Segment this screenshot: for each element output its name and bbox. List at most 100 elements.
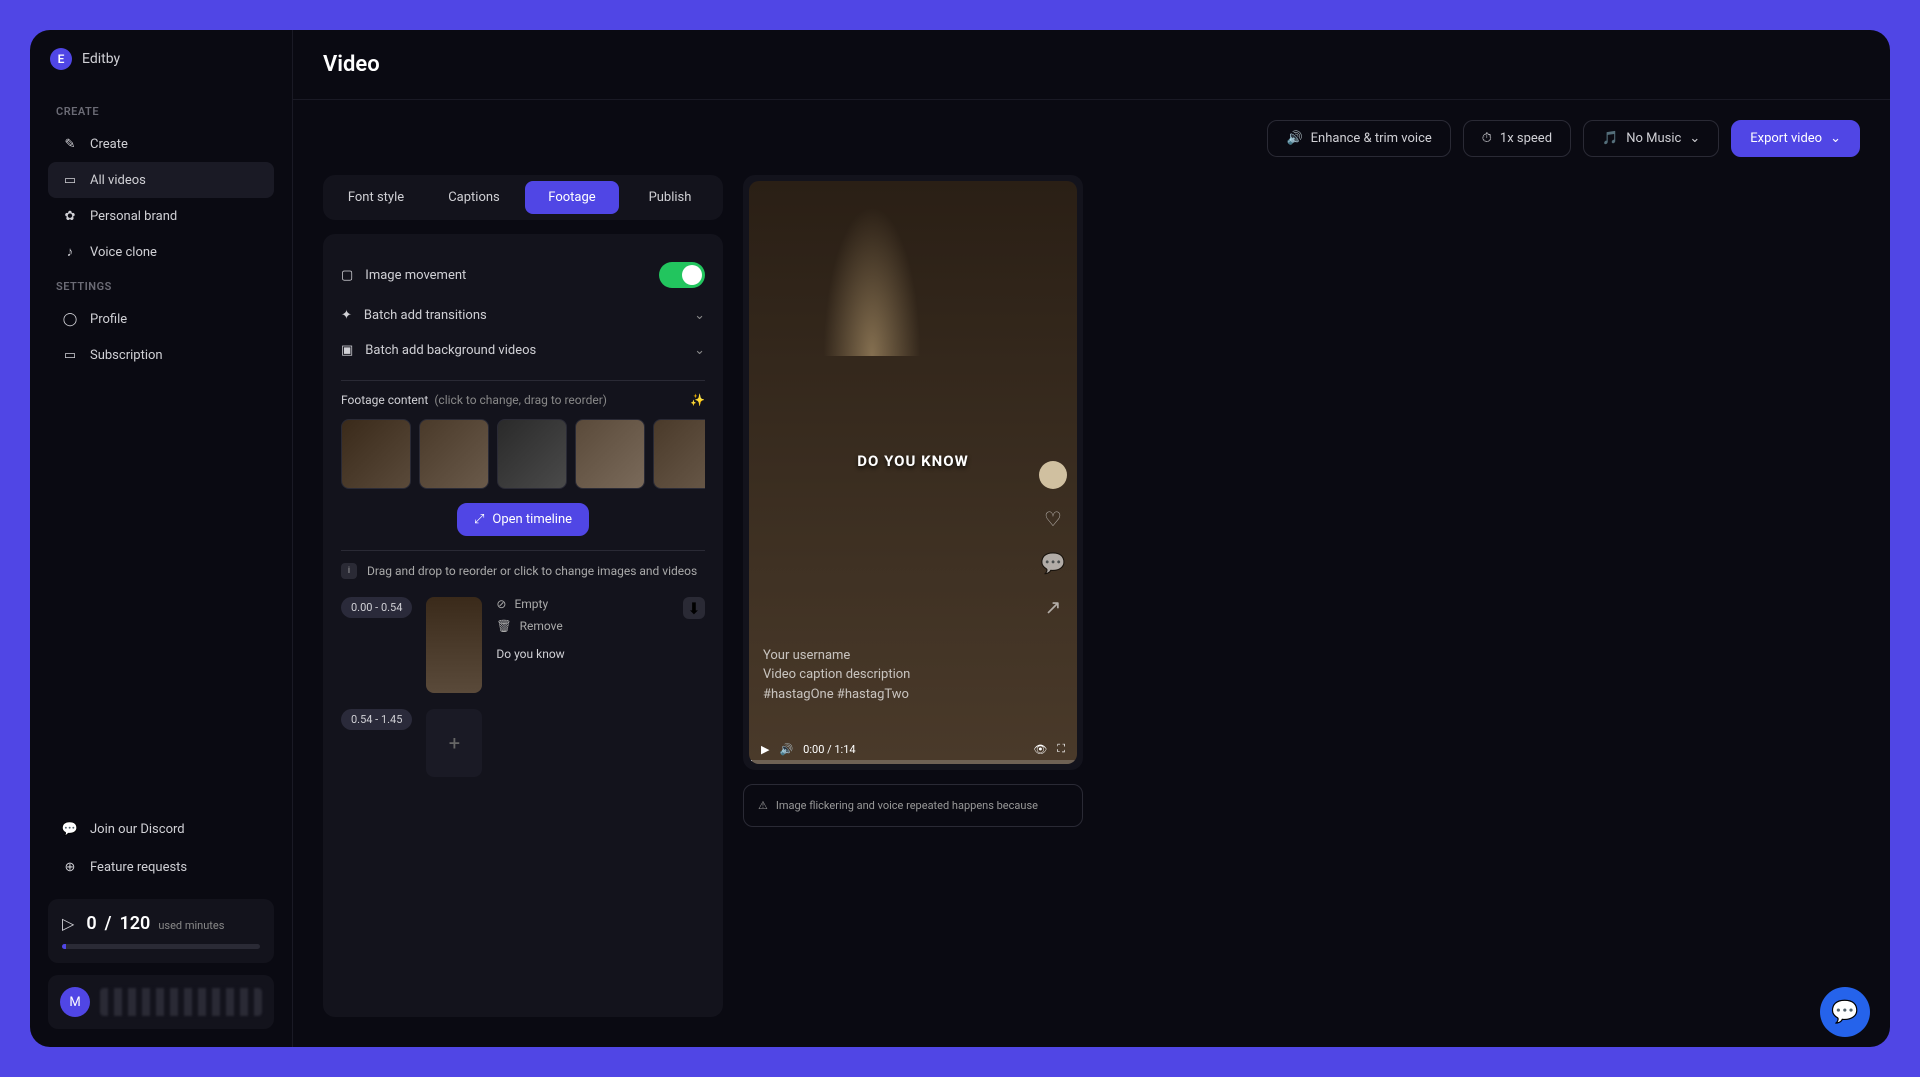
open-timeline-button[interactable]: ⤢ Open timeline (457, 503, 589, 536)
nav-label: All videos (90, 173, 146, 188)
fullscreen-icon[interactable]: ⛶ (1057, 742, 1065, 756)
volume-icon[interactable]: 🔊 (779, 743, 793, 756)
nav-label: Subscription (90, 348, 163, 363)
footage-panel: ▢ Image movement ✦ Batch add transitions… (323, 234, 723, 1017)
footage-content-label: Footage content (click to change, drag t… (341, 393, 705, 407)
music-button[interactable]: 🎵 No Music ⌄ (1583, 120, 1719, 157)
plus-icon: + (449, 731, 460, 755)
nav-label: Create (90, 137, 128, 152)
ban-icon: ⊘ (496, 597, 506, 611)
tab-footage[interactable]: Footage (525, 181, 619, 214)
preview-panel: DO YOU KNOW ♡ 💬 ↗ Your username Video ca… (743, 175, 1083, 1017)
plus-icon: ✎ (62, 136, 78, 152)
preview-box: DO YOU KNOW ♡ 💬 ↗ Your username Video ca… (743, 175, 1083, 770)
share-icon: ↗ (1039, 593, 1067, 621)
eye-off-icon[interactable]: 👁 (1033, 743, 1047, 756)
hint-text: Drag and drop to reorder or click to cha… (367, 564, 697, 578)
video-caption: DO YOU KNOW (857, 452, 968, 470)
play-icon[interactable]: ▶ (761, 743, 769, 756)
label-hint: (click to change, drag to reorder) (434, 393, 607, 407)
usage-label: used minutes (158, 919, 224, 932)
label-text: Footage content (341, 393, 428, 407)
option-transitions[interactable]: ✦ Batch add transitions ⌄ (341, 298, 705, 333)
nav-personal-brand[interactable]: ✿ Personal brand (48, 198, 274, 234)
header: Video (293, 30, 1890, 100)
thumbnail[interactable] (497, 419, 567, 489)
nav-subscription[interactable]: ▭ Subscription (48, 337, 274, 373)
user-box[interactable]: M (48, 975, 274, 1029)
warning-icon: ⚠ (758, 799, 768, 812)
option-label: Batch add transitions (364, 308, 487, 323)
tab-font-style[interactable]: Font style (329, 181, 423, 214)
clip-thumbnail[interactable] (426, 597, 482, 693)
download-button[interactable]: ⬇ (683, 597, 705, 619)
tab-publish[interactable]: Publish (623, 181, 717, 214)
nav-profile[interactable]: ◯ Profile (48, 301, 274, 337)
sidebar: E Editby CREATE ✎ Create ▭ All videos ✿ … (30, 30, 293, 1047)
speed-button[interactable]: ⏱ 1x speed (1463, 120, 1571, 157)
discord-icon: 💬 (62, 821, 78, 837)
social-icons: ♡ 💬 ↗ (1039, 461, 1067, 621)
progress-bar[interactable] (749, 760, 1077, 764)
usage-bar (62, 944, 260, 949)
nav-label: Join our Discord (90, 822, 185, 837)
action-label: Empty (514, 597, 548, 611)
comment-icon: 💬 (1039, 549, 1067, 577)
gauge-icon: ⏱ (1482, 131, 1492, 146)
chevron-down-icon: ⌄ (694, 343, 705, 358)
thumbnail[interactable] (341, 419, 411, 489)
tab-captions[interactable]: Captions (427, 181, 521, 214)
nav-all-videos[interactable]: ▭ All videos (48, 162, 274, 198)
usage-box: ▷ 0 / 120 used minutes (48, 899, 274, 963)
nav-label: Profile (90, 312, 127, 327)
btn-label: 1x speed (1500, 131, 1552, 146)
image-movement-toggle[interactable] (659, 262, 705, 288)
usage-sep: / (105, 913, 112, 934)
clip-empty-button[interactable]: ⊘ Empty (496, 597, 669, 611)
download-icon: ⬇ (687, 599, 700, 618)
chevron-down-icon: ⌄ (1689, 131, 1700, 146)
logo-badge: E (50, 48, 72, 70)
overlay-description: Video caption description (763, 665, 910, 685)
add-clip-button[interactable]: + (426, 709, 482, 777)
nav-voice-clone[interactable]: ♪ Voice clone (48, 234, 274, 270)
sparkle-icon: ✨ (690, 393, 705, 407)
nav-create[interactable]: ✎ Create (48, 126, 274, 162)
nav-label: Voice clone (90, 245, 157, 260)
option-label: Image movement (365, 268, 466, 283)
video-preview[interactable]: DO YOU KNOW ♡ 💬 ↗ Your username Video ca… (749, 181, 1077, 764)
preview-avatar-icon (1039, 461, 1067, 489)
enhance-voice-button[interactable]: 🔊 Enhance & trim voice (1267, 120, 1450, 157)
expand-icon: ⤢ (474, 512, 484, 527)
export-button[interactable]: Export video ⌄ (1731, 120, 1860, 157)
logo: E Editby (48, 48, 274, 70)
overlay-username: Your username (763, 646, 910, 666)
clip-row: 0.00 - 0.54 ⊘ Empty 🗑 Remove Do you (341, 597, 705, 693)
thumbnail[interactable] (419, 419, 489, 489)
clip-time: 0.54 - 1.45 (341, 709, 412, 730)
voice-icon: ♪ (62, 244, 78, 260)
main: Video 🔊 Enhance & trim voice ⏱ 1x speed … (293, 30, 1890, 1047)
option-backgrounds[interactable]: ▣ Batch add background videos ⌄ (341, 333, 705, 368)
thumbnail[interactable] (575, 419, 645, 489)
card-icon: ▭ (62, 347, 78, 363)
plus-circle-icon: ⊕ (62, 859, 78, 875)
nav-discord[interactable]: 💬 Join our Discord (48, 811, 274, 847)
clip-remove-button[interactable]: 🗑 Remove (496, 619, 669, 633)
overlay-meta: Your username Video caption description … (763, 646, 910, 705)
logo-text: Editby (82, 51, 120, 67)
chat-icon: 💬 (1831, 1000, 1858, 1025)
clip-text: Do you know (496, 647, 669, 661)
nav-label: Personal brand (90, 209, 177, 224)
btn-label: Enhance & trim voice (1311, 131, 1432, 146)
video-time: 0:00 / 1:14 (803, 743, 855, 756)
btn-label: Export video (1750, 131, 1822, 146)
chat-fab[interactable]: 💬 (1820, 987, 1870, 1037)
clip-time: 0.00 - 0.54 (341, 597, 412, 618)
video-icon: ▭ (62, 172, 78, 188)
thumbnail[interactable] (653, 419, 705, 489)
editor-panel: Font style Captions Footage Publish ▢ Im… (323, 175, 723, 1017)
nav-feature-requests[interactable]: ⊕ Feature requests (48, 849, 274, 885)
action-label: Remove (520, 619, 563, 633)
chevron-down-icon: ⌄ (694, 308, 705, 323)
